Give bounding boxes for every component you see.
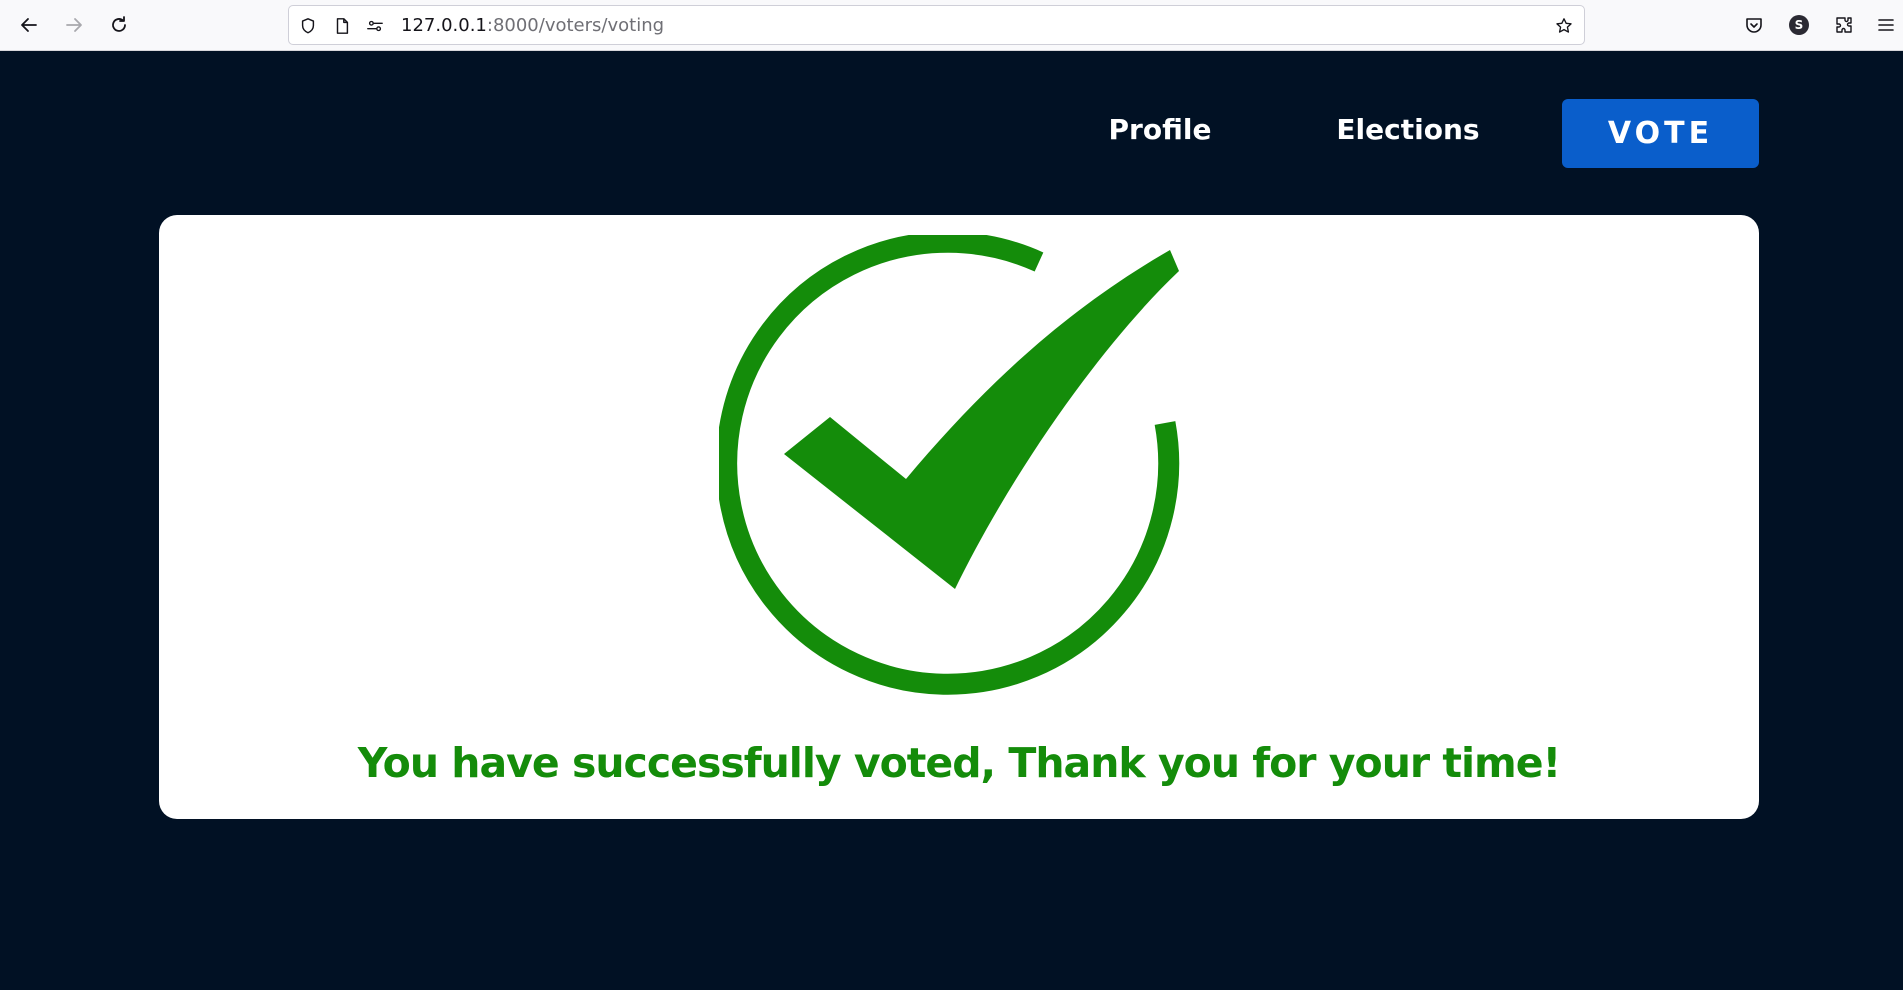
browser-toolbar: 127.0.0.1:8000/voters/voting S: [0, 0, 1903, 51]
success-check-icon: [719, 235, 1180, 695]
url-path: :8000/voters/voting: [486, 15, 665, 36]
permissions-icon[interactable]: [365, 16, 385, 36]
pocket-icon[interactable]: [1741, 12, 1767, 38]
extensions-icon[interactable]: [1831, 12, 1857, 38]
bookmark-star-icon[interactable]: [1554, 16, 1574, 36]
account-button[interactable]: S: [1786, 12, 1812, 38]
reload-icon: [112, 16, 126, 32]
url-host: 127.0.0.1: [401, 15, 487, 36]
back-icon: [21, 18, 37, 32]
url-text[interactable]: 127.0.0.1:8000/voters/voting: [401, 15, 664, 36]
voting-page: Profile Elections VOTE You have successf…: [0, 51, 1903, 990]
nav-profile-link[interactable]: Profile: [1100, 99, 1220, 159]
page-icon: [332, 16, 352, 36]
success-message: You have successfully voted, Thank you f…: [357, 739, 1562, 787]
forward-button[interactable]: [58, 9, 90, 41]
reload-button[interactable]: [103, 9, 135, 41]
nav-elections-link[interactable]: Elections: [1335, 99, 1481, 159]
address-bar[interactable]: 127.0.0.1:8000/voters/voting: [288, 5, 1585, 45]
vote-button[interactable]: VOTE: [1562, 99, 1759, 168]
shield-icon[interactable]: [298, 16, 318, 36]
success-card: You have successfully voted, Thank you f…: [159, 215, 1759, 819]
back-button[interactable]: [13, 9, 45, 41]
forward-icon: [66, 18, 82, 32]
menu-icon[interactable]: [1873, 12, 1899, 38]
avatar: S: [1789, 15, 1809, 35]
